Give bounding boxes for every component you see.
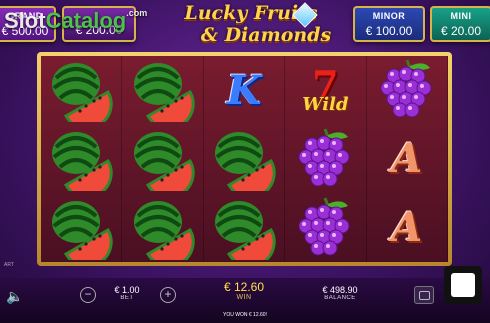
watermelon-symbol <box>41 56 123 125</box>
ace-symbol: A <box>367 124 448 194</box>
top-bar: GRAND € 500.00 € 200.00 SlotCatalog.com … <box>0 0 490 52</box>
mini-jackpot-value: € 20.00 <box>440 24 482 38</box>
king-symbol: K <box>204 56 286 125</box>
grapes-symbol <box>285 124 367 194</box>
watermelon-symbol <box>122 56 204 125</box>
minor-jackpot-label: MINOR <box>372 11 406 21</box>
minor-jackpot-value: € 100.00 <box>365 24 413 38</box>
watermark-part: Catalog <box>45 8 127 33</box>
wild-symbol-body: 7 Wild <box>302 65 349 115</box>
watermark: SlotCatalog.com <box>4 8 147 34</box>
king-letter: K <box>226 66 262 114</box>
grapes-symbol <box>285 193 367 262</box>
win-label: WIN <box>236 294 252 301</box>
watermelon-symbol <box>204 193 286 262</box>
brand-text: ART <box>4 262 14 268</box>
reel-grid: K 7 Wild A A <box>41 56 448 262</box>
game-logo: Lucky Fruits & Diamonds <box>156 2 346 50</box>
watermark-part: Slot <box>4 8 46 33</box>
decrease-bet-button[interactable]: − <box>80 287 96 303</box>
win-message: YOU WON € 12.60! <box>223 312 267 318</box>
win-value: € 12.60 <box>223 280 265 294</box>
spin-button[interactable] <box>444 266 482 304</box>
watermark-domain: .com <box>126 8 148 18</box>
bet-label: BET <box>120 295 134 301</box>
stop-icon <box>451 273 475 297</box>
grapes-symbol <box>367 56 448 125</box>
minor-jackpot: MINOR € 100.00 <box>353 6 425 42</box>
bet-value: € 1.00 <box>114 285 140 295</box>
wild-symbol: 7 Wild <box>285 56 367 125</box>
watermelon-symbol <box>122 124 204 194</box>
autoplay-icon[interactable] <box>414 286 434 304</box>
balance-label: BALANCE <box>324 295 356 301</box>
watermelon-symbol <box>41 124 123 194</box>
logo-line2: & Diamonds <box>200 24 332 46</box>
watermelon-symbol <box>204 124 286 194</box>
ace-letter: A <box>391 204 423 252</box>
bet-display: € 1.00 BET <box>110 285 144 301</box>
wild-text: Wild <box>302 93 349 115</box>
balance-value: € 498.90 <box>322 285 358 295</box>
logo-line1: Lucky Fruits <box>184 2 318 24</box>
ace-letter: A <box>391 135 423 183</box>
increase-bet-button[interactable]: + <box>160 287 176 303</box>
balance-display: € 498.90 BALANCE <box>318 285 362 301</box>
win-display: € 12.60 WIN <box>218 280 270 301</box>
speaker-icon[interactable]: 🔈 <box>6 288 23 305</box>
reel-frame: K 7 Wild A A <box>37 52 452 266</box>
ace-symbol: A <box>367 193 448 262</box>
watermelon-symbol <box>41 193 123 262</box>
mini-jackpot: MINI € 20.00 <box>430 6 490 42</box>
watermelon-symbol <box>122 193 204 262</box>
mini-jackpot-label: MINI <box>450 11 472 21</box>
